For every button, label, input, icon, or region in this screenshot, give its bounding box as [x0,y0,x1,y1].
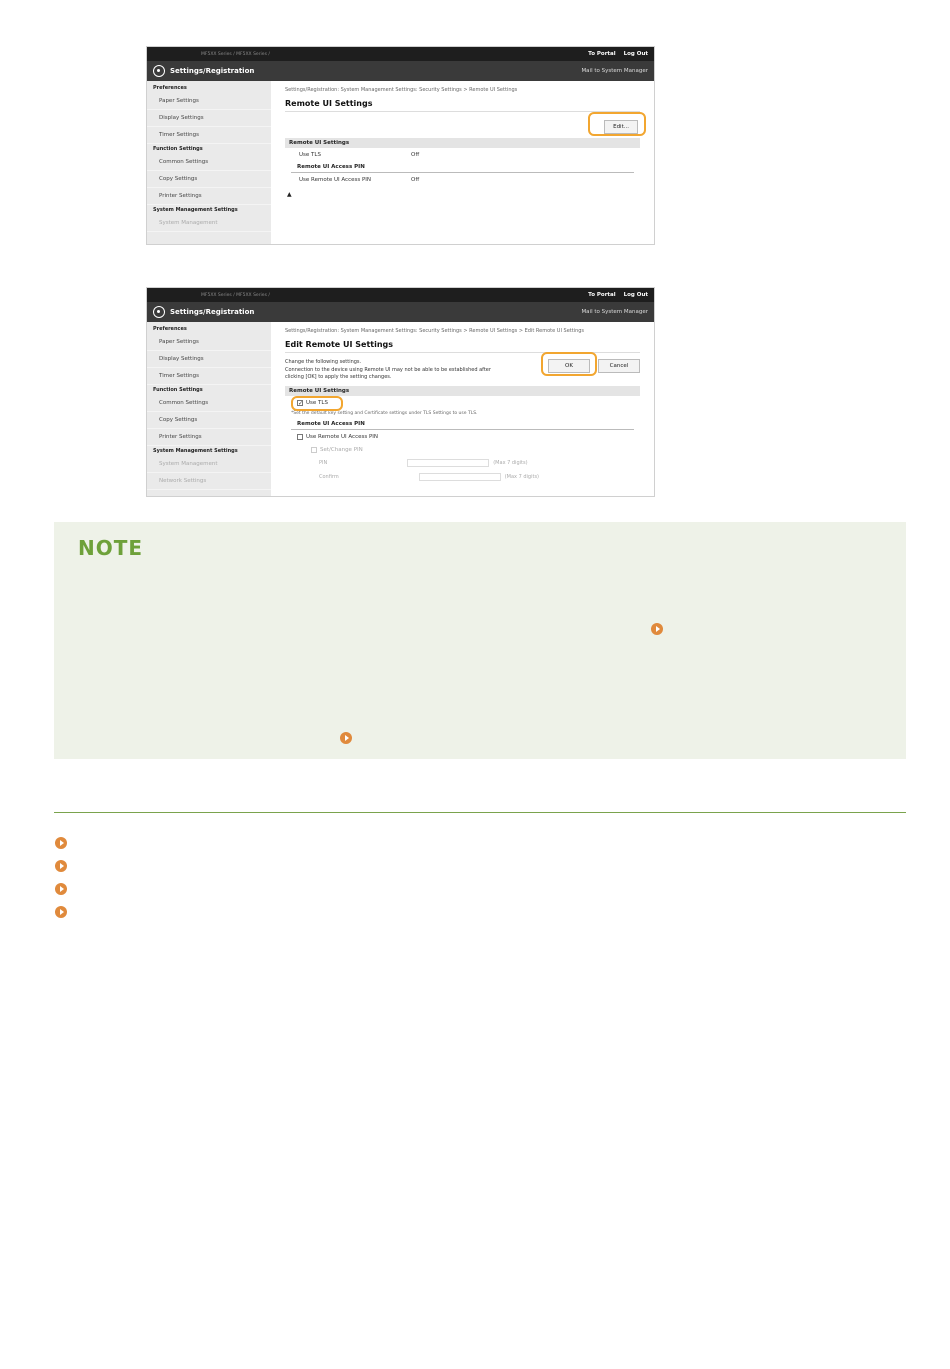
main-content: Settings/Registration: System Management… [271,81,654,244]
sidebar-section: System Management Settings [153,448,238,454]
confirm-input[interactable] [418,472,501,481]
use-pin-label: Use Remote UI Access PIN [306,433,379,440]
sidebar-section: System Management Settings [153,207,238,213]
pin-label: PIN [319,459,328,466]
use-tls-label: Use TLS [299,152,321,158]
to-portal-link[interactable]: To Portal [588,51,615,57]
pin-max-label: (Max 7 digits) [493,459,528,466]
set-pin-checkbox[interactable] [311,446,317,453]
ok-button-highlight [541,352,597,376]
breadcrumb: Settings/Registration: System Management… [285,328,585,334]
note-box: NOTE [54,522,906,759]
related-link-icon[interactable] [55,906,67,918]
sidebar-item[interactable]: Copy Settings [147,171,271,188]
sidebar: Preferences Paper Settings Display Setting… [147,81,271,244]
use-tls-highlight [291,395,343,411]
use-tls-row: Use TLS Off [285,148,640,162]
use-pin-checkbox[interactable] [297,433,303,440]
sidebar-item[interactable]: Network Settings [147,473,271,490]
main-content: Settings/Registration: System Management… [271,322,654,496]
mail-to-system-manager-link[interactable]: Mail to System Manager [581,68,648,74]
remote-ui-settings-screenshot: MF5XX Series / MF5XX Series / To Portal … [146,46,655,245]
section-divider [54,812,906,813]
sidebar-item[interactable]: Display Settings [147,110,271,127]
confirm-row: Confirm (Max 7 digits) [285,470,640,484]
note-title: NOTE [78,536,144,560]
pin-row: PIN (Max 7 digits) [285,456,640,470]
sidebar-item[interactable]: Paper Settings [147,334,271,351]
confirm-label: Confirm [319,473,339,480]
sidebar-section: Preferences [153,326,187,332]
use-pin-row: Use Remote UI Access PIN Off [285,173,640,187]
sidebar-section: Function Settings [153,146,203,152]
confirm-max-label: (Max 7 digits) [504,473,540,480]
sidebar-item[interactable]: Printer Settings [147,429,271,446]
pin-input[interactable] [407,458,490,467]
related-link-icon[interactable] [55,860,67,872]
sidebar-item[interactable]: Paper Settings [147,93,271,110]
to-portal-link[interactable]: To Portal [588,292,615,298]
breadcrumb: Settings/Registration: System Management… [285,87,518,93]
sidebar-item[interactable]: Common Settings [147,395,271,412]
page-title: Remote UI Settings [285,99,640,112]
settings-gear-icon [153,65,165,77]
link-arrow-icon[interactable] [340,732,352,744]
related-link-icon[interactable] [55,837,67,849]
set-pin-label: Set/Change PIN [320,446,363,453]
log-out-link[interactable]: Log Out [624,292,648,298]
cancel-button[interactable]: Cancel [598,359,640,373]
sidebar-item[interactable]: Copy Settings [147,412,271,429]
app-title: Settings/Registration [170,308,255,316]
sidebar-section: Function Settings [153,387,203,393]
section-remote-ui-access-pin: Remote UI Access PIN [291,162,634,173]
title-bar: Settings/Registration Mail to System Man… [147,61,654,81]
mail-to-system-manager-link[interactable]: Mail to System Manager [581,309,648,315]
use-tls-checkbox-row[interactable]: ✓ Use TLS [285,395,640,411]
sidebar-item[interactable]: Display Settings [147,351,271,368]
link-arrow-icon[interactable] [651,623,663,635]
use-pin-checkbox-row[interactable]: Use Remote UI Access PIN [285,430,640,443]
sidebar: Preferences Paper Settings Display Setting… [147,322,271,496]
sidebar-item[interactable]: Timer Settings [147,368,271,385]
model-name: MF5XX Series / MF5XX Series / [201,51,270,57]
log-out-link[interactable]: Log Out [624,51,648,57]
use-pin-label: Use Remote UI Access PIN [299,177,372,183]
section-remote-ui-settings: Remote UI Settings [285,385,640,396]
title-bar: Settings/Registration Mail to System Man… [147,302,654,322]
edit-button-highlight [588,112,646,136]
sidebar-item[interactable]: Common Settings [147,154,271,171]
related-link-icon[interactable] [55,883,67,895]
sidebar-item[interactable]: System Management [147,215,271,232]
top-bar: MF5XX Series / MF5XX Series / To Portal … [147,288,654,302]
app-title: Settings/Registration [170,67,255,75]
sidebar-item[interactable]: Timer Settings [147,127,271,144]
use-pin-value: Off [411,177,420,183]
model-name: MF5XX Series / MF5XX Series / [201,292,270,298]
use-tls-value: Off [411,152,420,158]
edit-remote-ui-settings-screenshot: MF5XX Series / MF5XX Series / To Portal … [146,287,655,497]
back-to-top-icon[interactable]: ▲ [285,187,640,202]
section-remote-ui-access-pin: Remote UI Access PIN [291,419,634,430]
sidebar-item[interactable]: System Management [147,456,271,473]
settings-gear-icon [153,306,165,318]
set-pin-checkbox-row[interactable]: Set/Change PIN [285,443,640,456]
sidebar-item[interactable]: Printer Settings [147,188,271,205]
section-remote-ui-settings: Remote UI Settings [285,138,640,148]
top-bar: MF5XX Series / MF5XX Series / To Portal … [147,47,654,61]
sidebar-section: Preferences [153,85,187,91]
